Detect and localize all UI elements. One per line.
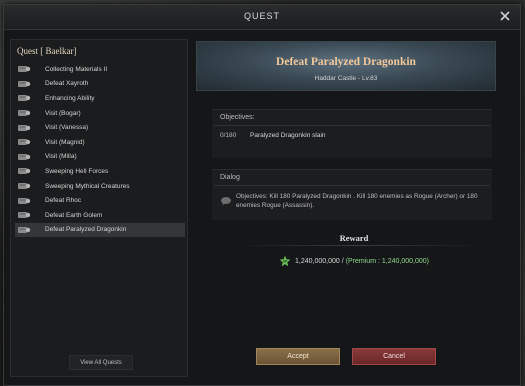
close-icon[interactable] — [498, 9, 512, 23]
quest-list-item[interactable]: Defeat Xayroth — [15, 77, 185, 92]
quest-name: Enhancing Ability — [45, 94, 95, 102]
quest-list-panel: Quest [ Baelkar] Collecting Materials II… — [10, 39, 188, 377]
quest-name: Visit (Vanessa) — [45, 124, 89, 132]
scroll-icon — [18, 110, 31, 117]
quest-list: Collecting Materials II Defeat Xayroth Enh… — [15, 62, 185, 238]
quest-list-item[interactable]: Defeat Rhoc — [15, 193, 185, 208]
objectives-label: Objectives: — [220, 114, 255, 121]
quest-name: Visit (Magnid) — [45, 138, 85, 146]
scroll-icon — [18, 168, 31, 175]
scroll-icon — [18, 95, 31, 102]
quest-detail-panel: Defeat Paralyzed Dragonkin Haddar Castle… — [194, 39, 514, 375]
reward-premium: (Premium : 1,240,000,000) — [345, 257, 429, 265]
scroll-icon — [18, 80, 31, 87]
svg-text:XP: XP — [283, 260, 288, 264]
scroll-icon — [18, 212, 31, 219]
quest-title: Defeat Paralyzed Dragonkin — [276, 56, 416, 68]
quest-list-item[interactable]: Sweeping Mythical Creatures — [15, 179, 185, 194]
quest-name: Sweeping Hell Forces — [45, 167, 109, 175]
speech-icon — [221, 197, 231, 206]
objectives-section: Objectives: 0/180 Paralyzed Dragonkin sl… — [212, 109, 492, 158]
quest-list-item[interactable]: Visit (Vanessa) — [15, 120, 185, 135]
dialog-text: Objectives: Kill 180 Paralyzed Dragonkin… — [236, 193, 478, 209]
npc-quest-header: Quest [ Baelkar] — [17, 46, 77, 56]
quest-list-item[interactable]: Enhancing Ability — [15, 91, 185, 106]
quest-name: Defeat Rhoc — [45, 197, 82, 205]
dialog-section: Dialog Objectives: Kill 180 Paralyzed Dr… — [212, 169, 492, 220]
quest-banner: Defeat Paralyzed Dragonkin Haddar Castle… — [196, 41, 496, 91]
scroll-icon — [18, 197, 31, 204]
scroll-icon — [18, 153, 31, 160]
quest-list-item[interactable]: Visit (Magnid) — [15, 135, 185, 150]
quest-name: Visit (Milla) — [45, 153, 77, 161]
dialog-label: Dialog — [220, 174, 240, 181]
quest-list-item[interactable]: Visit (Bogar) — [15, 106, 185, 121]
reward-row: XP 1,240,000,000 / (Premium : 1,240,000,… — [194, 255, 514, 267]
quest-name: Defeat Xayroth — [45, 80, 89, 88]
quest-list-item[interactable]: Defeat Paralyzed Dragonkin — [15, 222, 185, 238]
xp-icon: XP — [279, 255, 291, 267]
quest-list-item[interactable]: Visit (Milla) — [15, 150, 185, 165]
quest-location: Haddar Castle - Lv.83 — [314, 75, 378, 82]
reward-label: Reward — [339, 233, 369, 243]
quest-name: Sweeping Mythical Creatures — [45, 182, 130, 190]
quest-name: Defeat Earth Golem — [45, 211, 103, 219]
scroll-icon — [18, 66, 31, 73]
objective-text: Paralyzed Dragonkin slain — [250, 132, 326, 139]
objective-count: 0/180 — [220, 132, 237, 139]
quest-name: Collecting Materials II — [45, 65, 108, 73]
reward-amount: 1,240,000,000 / — [295, 257, 344, 265]
reward-divider — [234, 245, 484, 246]
window-title: QUEST — [243, 11, 280, 21]
scroll-icon — [18, 124, 31, 131]
scroll-icon — [18, 139, 31, 146]
quest-window: QUEST Quest [ Baelkar] Collecting Materi… — [3, 4, 521, 386]
scroll-icon — [18, 226, 31, 233]
title-bar: QUEST — [4, 5, 520, 30]
quest-list-item[interactable]: Sweeping Hell Forces — [15, 164, 185, 179]
accept-button[interactable]: Accept — [256, 348, 340, 365]
objective-row: 0/180 Paralyzed Dragonkin slain — [212, 126, 492, 145]
view-all-quests-button[interactable]: View All Quests — [69, 355, 133, 370]
quest-list-item[interactable]: Defeat Earth Golem — [15, 208, 185, 223]
cancel-button[interactable]: Cancel — [352, 348, 436, 365]
scroll-icon — [18, 183, 31, 190]
quest-list-item[interactable]: Collecting Materials II — [15, 62, 185, 77]
quest-name: Visit (Bogar) — [45, 109, 81, 117]
quest-name: Defeat Paralyzed Dragonkin — [45, 226, 127, 234]
dialog-row: Objectives: Kill 180 Paralyzed Dragonkin… — [212, 186, 492, 216]
